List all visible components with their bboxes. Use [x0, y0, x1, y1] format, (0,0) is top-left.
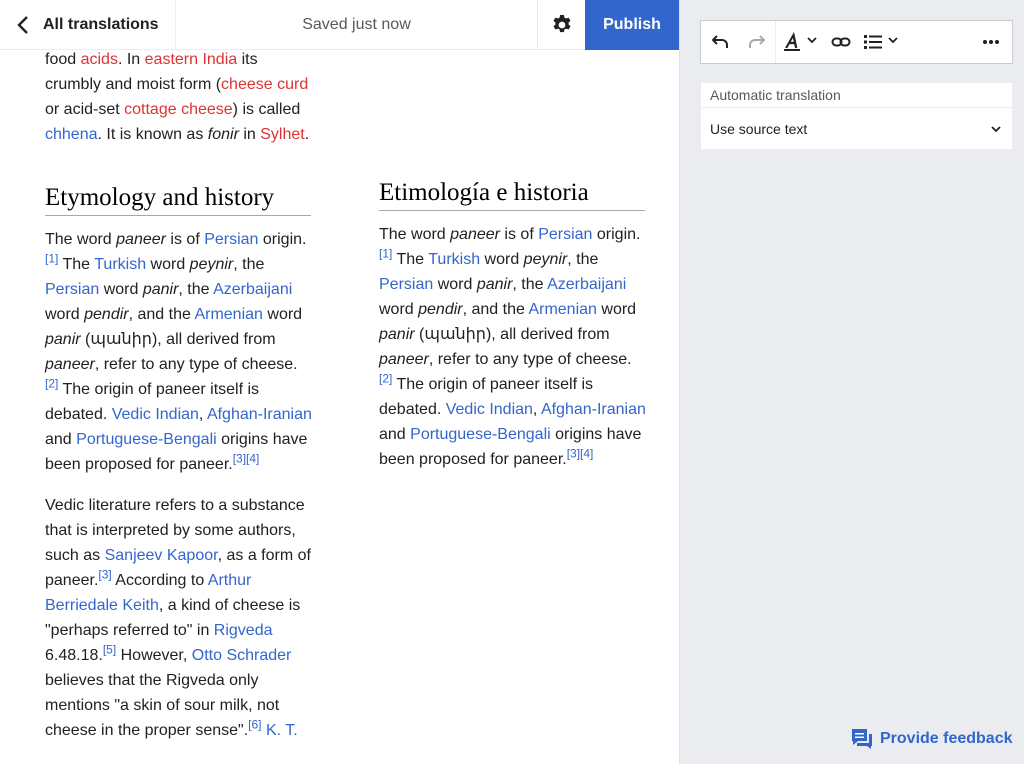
ref-1[interactable]: [1] [379, 247, 392, 261]
link-portuguese-bengali[interactable]: Portuguese-Bengali [76, 431, 217, 448]
target-column: Etimología e historia The word paneer is… [379, 50, 647, 472]
link-persian[interactable]: Persian [204, 231, 258, 248]
ref-2[interactable]: [2] [45, 377, 58, 391]
source-paragraph-1[interactable]: The word paneer is of Persian origin. [1]… [45, 227, 313, 477]
link-turkish[interactable]: Turkish [94, 256, 146, 273]
link-cheese-curd[interactable]: cheese curd [221, 76, 308, 93]
link-kt[interactable]: K. T. [266, 722, 298, 739]
chevron-down-icon [888, 37, 898, 44]
bullet-list-icon [864, 35, 882, 49]
source-lead-paragraph: food acids. In eastern India its crumbly… [45, 51, 310, 143]
link-sylhet[interactable]: Sylhet [260, 126, 304, 143]
link-afghan-iranian[interactable]: Afghan-Iranian [541, 401, 646, 418]
editor-toolbar [700, 20, 1013, 64]
ref-4[interactable]: [4] [580, 447, 593, 461]
provide-feedback-label: Provide feedback [880, 730, 1013, 747]
link-cottage-cheese[interactable]: cottage cheese [124, 101, 233, 118]
gear-icon [553, 15, 570, 33]
link-vedic-indian[interactable]: Vedic Indian [446, 401, 533, 418]
link-armenian[interactable]: Armenian [194, 306, 262, 323]
more-options-button[interactable] [970, 21, 1012, 63]
target-section-heading[interactable]: Etimología e historia [379, 178, 645, 211]
ref-6[interactable]: [6] [248, 718, 261, 732]
list-button[interactable] [858, 21, 904, 63]
tools-panel: Automatic translation Use source text Pr… [679, 0, 1024, 764]
link-vedic-indian[interactable]: Vedic Indian [112, 406, 199, 423]
link-eastern-india[interactable]: eastern India [145, 51, 238, 68]
link-azerbaijani[interactable]: Azerbaijani [213, 281, 292, 298]
redo-button[interactable] [739, 21, 775, 63]
source-section-heading: Etymology and history [45, 183, 311, 216]
ref-5[interactable]: [5] [103, 643, 116, 657]
ref-3[interactable]: [3] [567, 447, 580, 461]
link-azerbaijani[interactable]: Azerbaijani [547, 276, 626, 293]
text-style-icon [784, 32, 800, 51]
translation-source-select[interactable]: Use source text [701, 108, 1012, 150]
provide-feedback-link[interactable]: Provide feedback [850, 728, 1013, 750]
target-paragraph-1[interactable]: The word paneer is of Persian origin. [1]… [379, 222, 647, 472]
link-otto-schrader[interactable]: Otto Schrader [192, 647, 292, 664]
link-persian[interactable]: Persian [538, 226, 592, 243]
undo-icon [711, 35, 728, 48]
ref-3b[interactable]: [3] [98, 568, 111, 582]
all-translations-label: All translations [43, 16, 159, 33]
automatic-translation-title: Automatic translation [701, 83, 1012, 108]
link-armenian[interactable]: Armenian [528, 301, 596, 318]
translation-source-value: Use source text [710, 121, 808, 137]
all-translations-button[interactable]: All translations [0, 0, 176, 50]
publish-button[interactable]: Publish [585, 0, 679, 50]
ref-1[interactable]: [1] [45, 252, 58, 266]
chevron-left-icon [17, 16, 28, 34]
link-persian-2[interactable]: Persian [45, 281, 99, 298]
link-chhena[interactable]: chhena [45, 126, 98, 143]
source-column: food acids. In eastern India its crumbly… [45, 50, 313, 743]
ref-4[interactable]: [4] [246, 452, 259, 466]
link-afghan-iranian[interactable]: Afghan-Iranian [207, 406, 312, 423]
link-persian-2[interactable]: Persian [379, 276, 433, 293]
redo-icon [749, 35, 766, 48]
ellipsis-icon [983, 40, 999, 44]
settings-button[interactable] [537, 0, 585, 50]
chevron-down-icon [807, 37, 817, 44]
feedback-icon [852, 729, 872, 749]
translation-header: All translations Saved just now Publish [0, 0, 679, 50]
ref-2[interactable]: [2] [379, 372, 392, 386]
save-status: Saved just now [302, 15, 411, 33]
ref-3[interactable]: [3] [233, 452, 246, 466]
link-portuguese-bengali[interactable]: Portuguese-Bengali [410, 426, 551, 443]
link-icon [831, 37, 851, 47]
link-rigveda[interactable]: Rigveda [214, 622, 273, 639]
link-button[interactable] [824, 21, 858, 63]
link-turkish[interactable]: Turkish [428, 251, 480, 268]
automatic-translation-card: Automatic translation Use source text [700, 82, 1013, 150]
undo-button[interactable] [701, 21, 739, 63]
chevron-down-icon [991, 126, 1001, 133]
link-acids[interactable]: acids [81, 51, 118, 68]
translation-content: food acids. In eastern India its crumbly… [0, 50, 679, 764]
text-style-button[interactable] [776, 21, 824, 63]
link-sanjeev-kapoor[interactable]: Sanjeev Kapoor [105, 547, 218, 564]
source-paragraph-2[interactable]: Vedic literature refers to a substance t… [45, 493, 313, 743]
